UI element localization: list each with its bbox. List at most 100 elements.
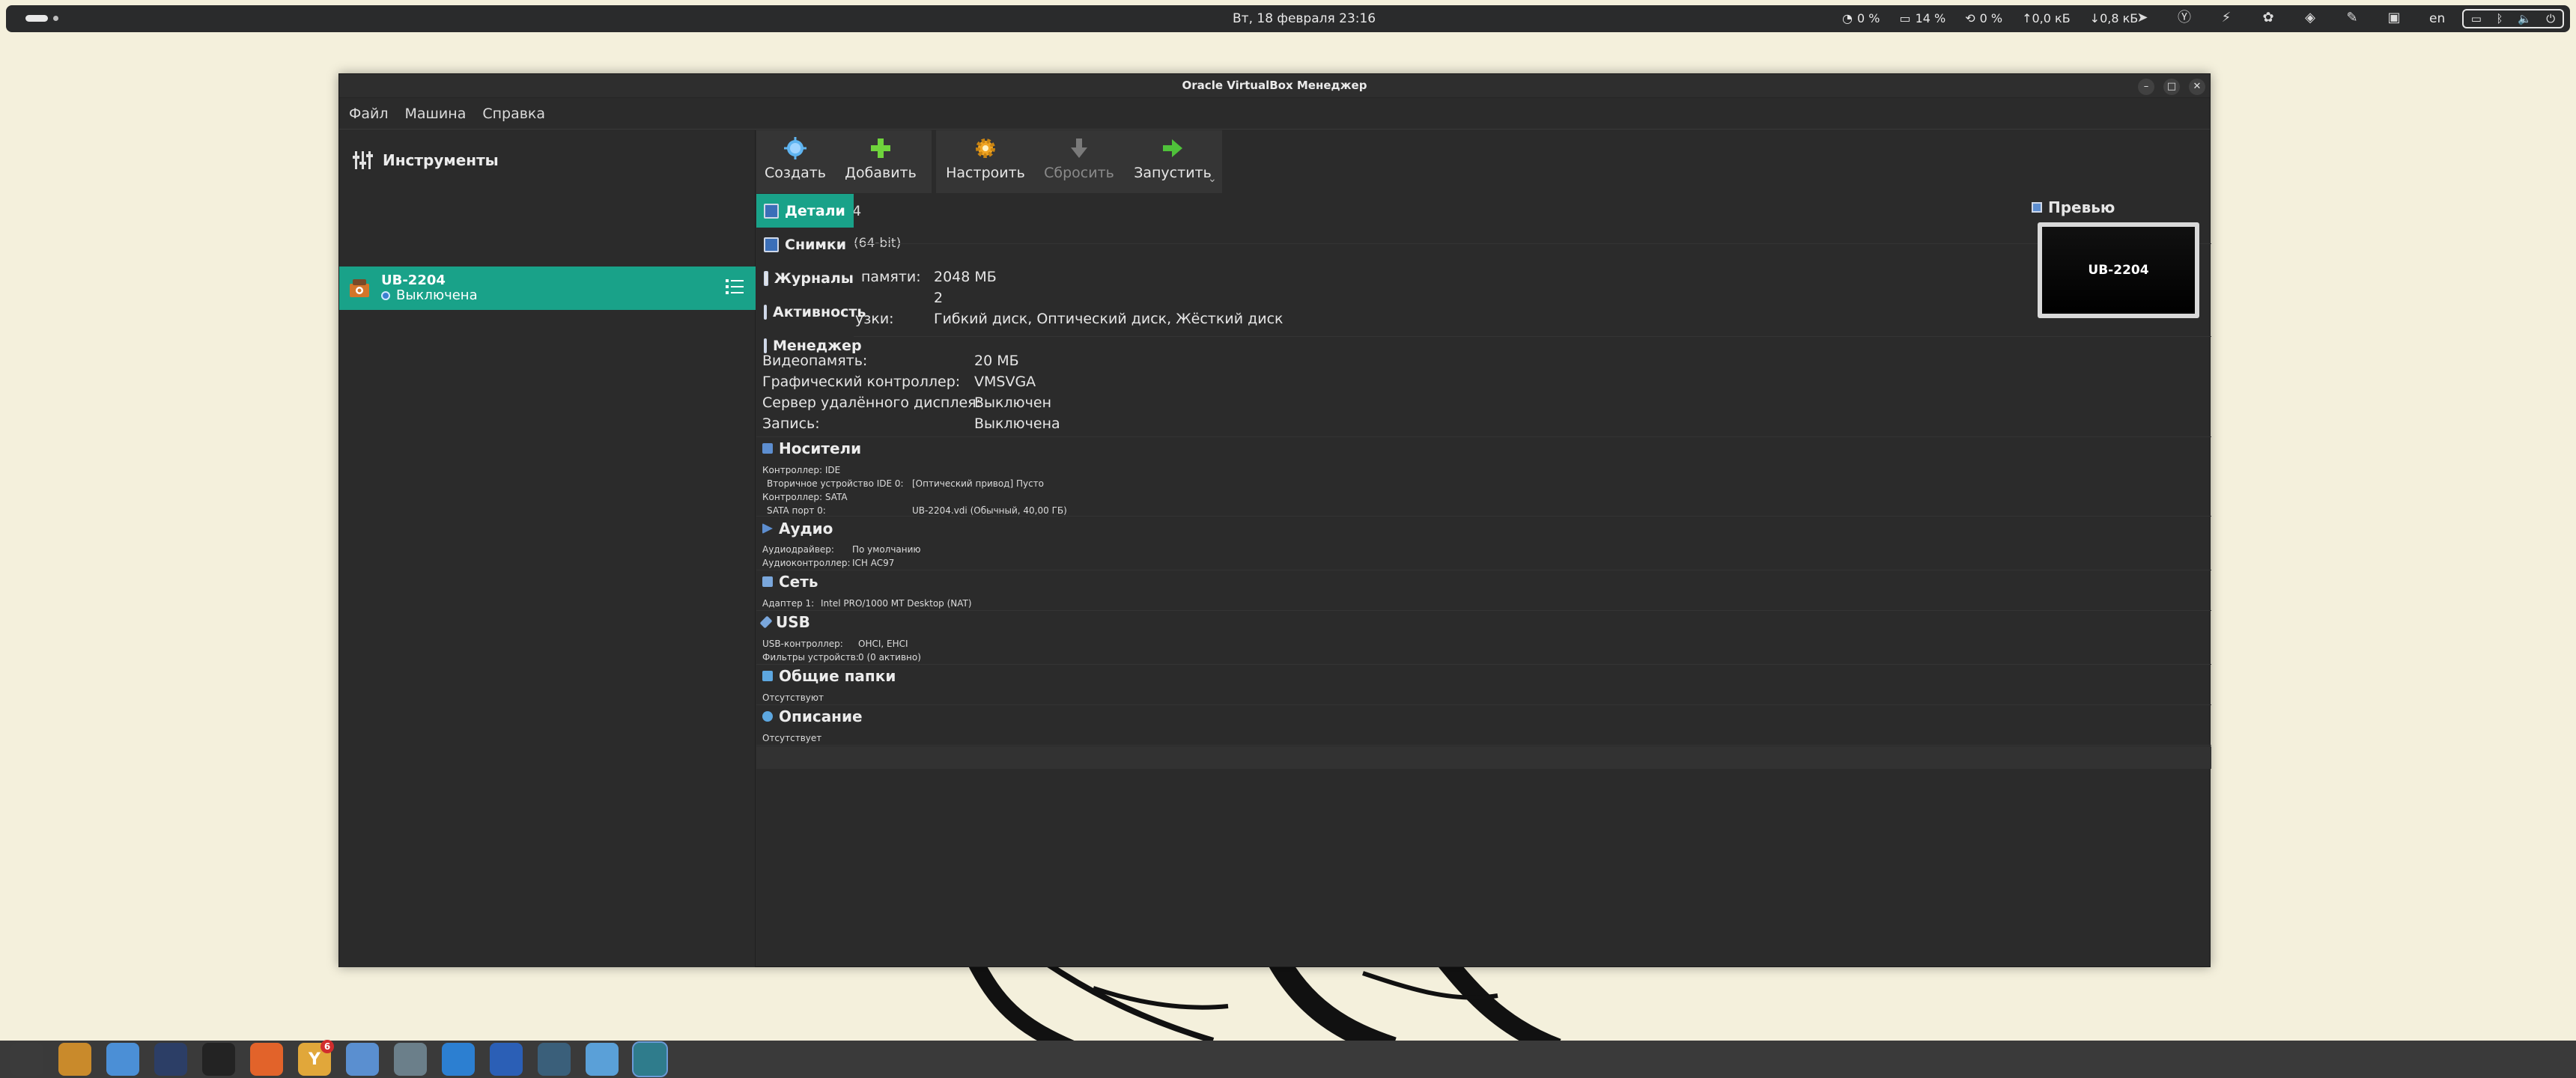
storage-sata-port-key: SATA порт 0:: [767, 505, 826, 516]
tab-file-manager[interactable]: Менеджер: [756, 329, 862, 362]
audio-controller-key: Аудиоконтроллер:: [762, 558, 851, 568]
workspace-dot-icon: [53, 16, 58, 21]
storage-ide-secondary-value[interactable]: [Оптический привод] Пусто: [912, 478, 1044, 489]
memory-icon: ▭: [1899, 11, 1911, 25]
settings-button[interactable]: Настроить: [936, 130, 1035, 193]
menu-file[interactable]: Файл: [349, 106, 389, 122]
finder-icon[interactable]: [106, 1043, 139, 1076]
keyboard-layout[interactable]: en: [2429, 11, 2445, 26]
preview-screen-text: UB-2204: [2042, 227, 2195, 314]
start-icon: [1159, 135, 1186, 162]
preview-title[interactable]: Превью: [2032, 198, 2115, 216]
display-recording-key: Запись:: [762, 415, 820, 432]
logs-tab-icon: [764, 270, 768, 286]
vpn-icon[interactable]: [490, 1043, 523, 1076]
pipette-tray-icon[interactable]: ✎: [2344, 10, 2360, 26]
storage-icon: [762, 443, 773, 454]
tab-details[interactable]: Детали: [756, 194, 854, 228]
settings-icon: [972, 135, 999, 162]
create-label: Создать: [764, 165, 827, 181]
telegram-tray-icon[interactable]: ➤: [2134, 10, 2151, 26]
vector-editor-icon[interactable]: [202, 1043, 235, 1076]
shared-folder-icon: [762, 671, 773, 681]
tab-snapshots[interactable]: Снимки: [756, 228, 854, 261]
create-icon: [782, 135, 809, 162]
tab-logs-label: Журналы: [774, 270, 854, 287]
docs-viewer-icon[interactable]: [154, 1043, 187, 1076]
system-stats[interactable]: ◔ 0 % ▭ 14 % ⟲ 0 % ↑0,0 кБ ↓0,8 кБ: [1842, 11, 2138, 25]
file-manager-icon[interactable]: [394, 1043, 427, 1076]
vscode-icon[interactable]: [442, 1043, 475, 1076]
storage-title: Носители: [779, 439, 862, 457]
create-button[interactable]: Создать: [756, 130, 834, 193]
pomodoro-icon[interactable]: [538, 1043, 571, 1076]
menu-help[interactable]: Справка: [482, 106, 545, 122]
tab-snapshots-label: Снимки: [785, 236, 847, 253]
tools-tray-icon[interactable]: ✿: [2260, 10, 2276, 26]
rocket-tray-icon[interactable]: ⚡: [2218, 10, 2235, 26]
section-shared-folders[interactable]: Общие папки: [762, 667, 896, 685]
app-grid-icon[interactable]: [10, 1043, 43, 1076]
clock[interactable]: Вт, 18 февраля 23:16: [1233, 11, 1376, 26]
cpu-icon: ◔: [1842, 11, 1853, 25]
cpu-stat: ◔ 0 %: [1842, 11, 1880, 25]
vm-state: Выключена: [381, 288, 478, 303]
storage-sata-controller: Контроллер: SATA: [762, 492, 848, 502]
start-dropdown-chevron-icon[interactable]: ⌄: [1208, 173, 1217, 185]
vpn-tray-icon[interactable]: ◈: [2302, 10, 2318, 26]
audio-icon: [762, 523, 773, 534]
window-titlebar[interactable]: Oracle VirtualBox Менеджер – □ ✕: [339, 74, 2210, 98]
usb-icon: [759, 615, 773, 629]
swap-icon: ⟲: [1965, 11, 1975, 25]
minimize-button[interactable]: –: [2138, 79, 2154, 95]
gitlab-icon[interactable]: [250, 1043, 283, 1076]
close-button[interactable]: ✕: [2189, 79, 2205, 95]
add-button[interactable]: Добавить: [834, 130, 927, 193]
system-memory-value: 2048 МБ: [934, 269, 997, 285]
usb-title: USB: [776, 613, 810, 631]
tool-tabs-menu: Детали Снимки Журналы Активность Менедже…: [756, 194, 866, 354]
vm-tools-menu-button[interactable]: [724, 277, 745, 296]
add-icon: [867, 135, 894, 162]
description-icon: [762, 711, 773, 722]
network-icon: [762, 576, 773, 587]
section-audio[interactable]: Аудио: [762, 520, 833, 538]
virtualbox-icon[interactable]: [586, 1043, 619, 1076]
download-stat: ↓0,8 кБ: [2089, 11, 2139, 25]
discard-label: Сбросить: [1044, 165, 1114, 181]
add-label: Добавить: [845, 165, 917, 181]
tab-activity[interactable]: Активность: [756, 295, 866, 329]
activities-indicator[interactable]: [25, 15, 58, 22]
section-network[interactable]: Сеть: [762, 573, 818, 591]
menu-machine[interactable]: Машина: [405, 106, 467, 122]
vm-list-item[interactable]: UB-2204 Выключена: [339, 267, 756, 310]
activity-tab-icon: [764, 304, 767, 320]
notification-badge: 6: [321, 1040, 334, 1053]
preview-icon: [2032, 202, 2042, 213]
system-menu[interactable]: ▭ ᛒ 🔈 ⏻: [2462, 9, 2564, 28]
discard-button[interactable]: Сбросить: [1035, 130, 1123, 193]
display-controller-value: VMSVGA: [974, 374, 1036, 390]
section-storage[interactable]: Носители: [762, 439, 861, 457]
yandex-browser-icon[interactable]: Y6: [298, 1040, 334, 1076]
yandex-tray-icon[interactable]: Ⓨ: [2176, 10, 2193, 26]
storage-ide-controller: Контроллер: IDE: [762, 465, 841, 475]
package-manager-icon[interactable]: [58, 1043, 91, 1076]
display-recording-value: Выключена: [974, 415, 1060, 432]
vm-name: UB-2204: [381, 272, 446, 288]
storage-sata-port-value[interactable]: UB-2204.vdi (Обычный, 40,00 ГБ): [912, 505, 1067, 516]
section-description[interactable]: Описание: [762, 707, 863, 725]
tools-item[interactable]: Инструменты: [339, 130, 755, 190]
section-usb[interactable]: USB: [759, 613, 810, 631]
clipboard-tray-icon[interactable]: ▣: [2386, 10, 2402, 26]
tab-logs[interactable]: Журналы: [756, 261, 854, 295]
upload-stat: ↑0,0 кБ: [2022, 11, 2071, 25]
global-toolbar: Создать Добавить: [756, 130, 932, 193]
system-monitor-icon[interactable]: [632, 1041, 668, 1077]
display-vram-value: 20 МБ: [974, 353, 1019, 369]
telegram-icon[interactable]: [346, 1043, 379, 1076]
menu-bar: Файл Машина Справка: [339, 98, 2210, 130]
display-rdp-value: Выключен: [974, 395, 1051, 411]
preview-panel: Превью UB-2204: [2027, 194, 2211, 404]
maximize-button[interactable]: □: [2163, 79, 2180, 95]
